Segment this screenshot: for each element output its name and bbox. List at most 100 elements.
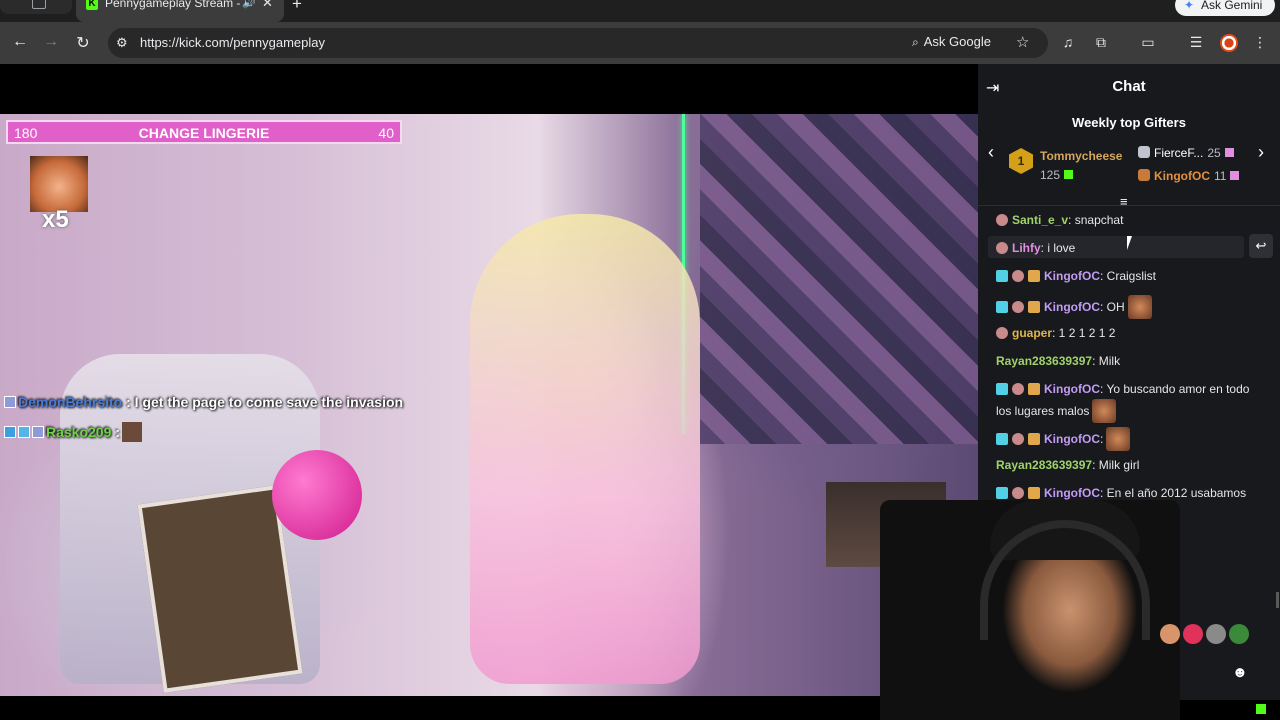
screen-share-icon[interactable]: ▭ — [1139, 34, 1157, 51]
browser-menu-icon[interactable]: ⋮ — [1251, 34, 1269, 51]
chat-scrollbar[interactable] — [1276, 592, 1279, 608]
chat-message[interactable]: KingofOC: Yo buscando amor en todo los l… — [996, 380, 1264, 423]
video-scene-ball — [272, 450, 362, 540]
goal-target-value: 40 — [378, 125, 394, 141]
chat-text: : snapchat — [1068, 213, 1124, 227]
kick-favicon-icon: K — [86, 0, 98, 10]
rank-3-badge-icon — [1138, 169, 1150, 181]
gifter-badge-icon — [1012, 301, 1024, 313]
gifters-next-chevron-icon[interactable]: › — [1258, 142, 1264, 163]
video-scene-posters — [700, 114, 978, 444]
emote-icon[interactable] — [1206, 624, 1226, 644]
site-settings-icon[interactable]: ⚙ — [116, 35, 128, 51]
chat-username[interactable]: guaper — [1012, 326, 1052, 340]
ask-google-button[interactable]: ⌕ Ask Google — [912, 34, 991, 50]
top-gifters-heading: Weekly top Gifters — [1072, 115, 1186, 130]
mouse-cursor-icon — [1127, 236, 1137, 250]
gift-count: 11 — [1214, 169, 1227, 183]
forward-arrow-icon[interactable]: → — [41, 33, 61, 51]
chat-message[interactable]: Rayan283639397: Milk — [996, 352, 1264, 371]
chat-text: : i love — [1040, 241, 1076, 255]
chat-divider — [978, 205, 1280, 206]
stream-video-player[interactable]: 180 CHANGE LINGERIE 40 x5 DemonBehrsito … — [0, 114, 978, 696]
reload-icon[interactable]: ↻ — [73, 33, 93, 53]
browser-tab-bar: K Pennygameplay Stream - 🔊 ✕ + ✦ Ask Gem… — [0, 0, 1280, 22]
chat-username[interactable]: KingofOC — [1044, 432, 1100, 446]
tab-close-icon[interactable]: ✕ — [262, 0, 273, 11]
new-tab-button[interactable]: + — [292, 0, 302, 14]
gifters-prev-chevron-icon[interactable]: ‹ — [988, 142, 994, 163]
chat-text: : Milk — [1092, 354, 1121, 368]
overlay-emote — [121, 422, 142, 442]
chat-username[interactable]: Santi_e_v — [1012, 213, 1068, 227]
chat-message[interactable]: guaper: 1 2 1 2 1 2 — [996, 324, 1264, 343]
chat-emote — [1092, 399, 1117, 423]
gifter-name: KingofOC — [1154, 169, 1210, 183]
gifter-rank-3[interactable]: KingofOC 11 — [1138, 169, 1240, 183]
video-scene-streamer — [470, 214, 700, 684]
crown-badge-icon — [1028, 383, 1040, 395]
send-button[interactable] — [1256, 704, 1266, 714]
overlay-chat-line: Rasko209 : — [4, 422, 142, 442]
speaker-icon[interactable]: 🔊 — [242, 0, 256, 9]
rank-2-badge-icon — [1138, 146, 1150, 158]
subscriber-badge-icon — [996, 487, 1008, 499]
emoji-picker-icon[interactable]: ☻ — [1232, 664, 1248, 681]
browser-tab-active[interactable]: K Pennygameplay Stream - 🔊 ✕ — [76, 0, 284, 22]
profile-avatar[interactable] — [1220, 34, 1238, 52]
overlay-badge-icon — [18, 426, 30, 438]
reply-arrow-icon[interactable]: ↩ — [1249, 234, 1273, 258]
subscriber-badge-icon — [996, 433, 1008, 445]
chat-message[interactable]: Santi_e_v: snapchat — [996, 211, 1264, 230]
chat-username[interactable]: KingofOC — [1044, 486, 1100, 500]
chat-message[interactable]: KingofOC: Craigslist — [996, 267, 1264, 286]
overlay-chat-line: DemonBehrsito : I get the page to come s… — [4, 394, 403, 410]
chat-message[interactable]: KingofOC: — [996, 427, 1264, 451]
subscriber-badge-icon — [996, 301, 1008, 313]
overlay-message: : — [111, 424, 120, 440]
multiplier-label: x5 — [42, 206, 69, 233]
chat-text: : OH — [1100, 300, 1125, 314]
ask-google-label: Ask Google — [923, 34, 991, 49]
chat-message[interactable]: Rayan283639397: Milk girl — [996, 456, 1264, 475]
chat-username[interactable]: Rayan283639397 — [996, 354, 1092, 368]
gift-count: 25 — [1207, 146, 1221, 160]
back-arrow-icon[interactable]: ← — [10, 33, 30, 51]
google-lens-icon: ⌕ — [912, 35, 919, 49]
chat-emote-bar — [1160, 624, 1260, 644]
chat-username[interactable]: KingofOC — [1044, 382, 1100, 396]
url-text[interactable]: https://kick.com/pennygameplay — [140, 35, 325, 50]
gifter-badge-icon — [996, 327, 1008, 339]
chat-username[interactable]: Lihfy — [1012, 241, 1041, 255]
tab-title: Pennygameplay Stream - — [105, 0, 241, 10]
chat-username[interactable]: KingofOC — [1044, 300, 1100, 314]
emote-icon[interactable] — [1183, 624, 1203, 644]
top-gifter-count: 125 — [1040, 168, 1074, 182]
top-gifter-name[interactable]: Tommycheese — [1040, 149, 1122, 163]
emote-icon[interactable] — [1160, 624, 1180, 644]
browser-tab-inactive[interactable] — [0, 0, 72, 14]
chat-filter-icon[interactable]: ≡ — [1120, 194, 1128, 209]
ask-gemini-button[interactable]: ✦ Ask Gemini — [1175, 0, 1275, 16]
gifter-rank-2[interactable]: FierceF... 25 — [1138, 146, 1234, 160]
overlay-badge-icon — [4, 396, 16, 408]
overlay-badge-icon — [4, 426, 16, 438]
chat-message[interactable]: KingofOC: OH — [996, 295, 1264, 319]
gifter-badge-icon — [996, 242, 1008, 254]
media-controls-icon[interactable]: ♫ — [1059, 34, 1077, 50]
goal-title: CHANGE LINGERIE — [138, 125, 270, 141]
chat-text: : Craigslist — [1100, 269, 1157, 283]
bookmark-star-icon[interactable]: ☆ — [1016, 33, 1029, 51]
gifter-badge-icon — [996, 214, 1008, 226]
overlay-badge-icon — [32, 426, 44, 438]
chat-text: : 1 2 1 2 1 2 — [1052, 326, 1116, 340]
subscriber-badge-icon — [996, 383, 1008, 395]
address-bar[interactable]: ⚙ https://kick.com/pennygameplay ⌕ Ask Go… — [108, 28, 1048, 58]
chat-username[interactable]: Rayan283639397 — [996, 458, 1092, 472]
browser-toolbar: ← → ↻ ⚙ https://kick.com/pennygameplay ⌕… — [0, 22, 1280, 64]
crown-badge-icon — [1028, 487, 1040, 499]
chat-username[interactable]: KingofOC — [1044, 269, 1100, 283]
emote-icon[interactable] — [1229, 624, 1249, 644]
extensions-puzzle-icon[interactable]: ⧉ — [1092, 34, 1110, 51]
reading-list-icon[interactable]: ☰ — [1187, 34, 1205, 51]
